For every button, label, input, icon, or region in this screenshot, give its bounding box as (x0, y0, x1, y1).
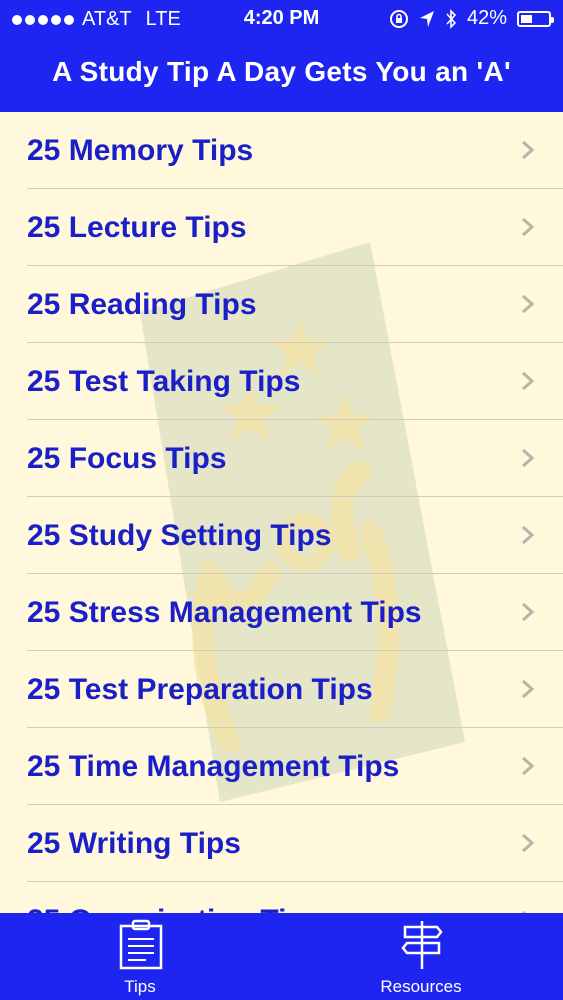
battery-icon (517, 10, 554, 27)
tab-label-resources: Resources (380, 977, 462, 996)
list-item-memory-tips[interactable]: 25 Memory Tips (0, 112, 563, 189)
list-item-label: 25 Lecture Tips (27, 210, 247, 244)
battery-level (521, 14, 532, 23)
chevron-right-icon (522, 217, 535, 237)
list-item-time-management-tips[interactable]: 25 Time Management Tips (0, 728, 563, 805)
app-header: AT&T LTE 4:20 PM 42% A Study Tip A Day G… (0, 0, 563, 112)
location-arrow-icon (419, 10, 434, 27)
tab-bar: Tips Resources (0, 913, 563, 1000)
tab-tips[interactable]: Tips (40, 913, 240, 1000)
list-item-focus-tips[interactable]: 25 Focus Tips (0, 420, 563, 497)
chevron-right-icon (522, 525, 535, 545)
list-item-label: 25 Memory Tips (27, 133, 254, 167)
chevron-right-icon (522, 602, 535, 622)
list-item-organization-tips[interactable]: 25 Organization Tips (0, 882, 563, 913)
bluetooth-icon (446, 8, 457, 29)
status-bar: AT&T LTE 4:20 PM 42% (0, 0, 563, 36)
list-item-label: 25 Test Taking Tips (27, 364, 301, 398)
list-item-stress-management-tips[interactable]: 25 Stress Management Tips (0, 574, 563, 651)
list-item-lecture-tips[interactable]: 25 Lecture Tips (0, 189, 563, 266)
tips-list-view[interactable]: 25 Memory Tips 25 Lecture Tips 25 Readin… (0, 112, 563, 913)
list-item-reading-tips[interactable]: 25 Reading Tips (0, 266, 563, 343)
list-item-label: 25 Writing Tips (27, 826, 241, 860)
battery-percentage: 42% (466, 7, 507, 29)
list-item-label: 25 Study Setting Tips (27, 518, 332, 552)
list-item-writing-tips[interactable]: 25 Writing Tips (0, 805, 563, 882)
list-item-label: 25 Focus Tips (27, 441, 227, 475)
chevron-right-icon (522, 371, 535, 391)
page-title: A Study Tip A Day Gets You an 'A' (52, 56, 511, 87)
chevron-right-icon (522, 448, 535, 468)
chevron-right-icon (522, 140, 535, 160)
chevron-right-icon (522, 294, 535, 314)
list-item-label: 25 Organization Tips (27, 904, 322, 914)
list-item-label: 25 Time Management Tips (27, 749, 400, 783)
list-item-test-preparation-tips[interactable]: 25 Test Preparation Tips (0, 651, 563, 728)
signpost-icon (401, 921, 443, 969)
status-right: 42% (389, 7, 554, 30)
chevron-right-icon (522, 756, 535, 776)
orientation-lock-icon (389, 9, 408, 28)
list-item-label: 25 Stress Management Tips (27, 595, 422, 629)
list-item-study-setting-tips[interactable]: 25 Study Setting Tips (0, 497, 563, 574)
tab-resources[interactable]: Resources (321, 913, 521, 1000)
chevron-right-icon (522, 833, 535, 853)
list-item-label: 25 Reading Tips (27, 287, 257, 321)
chevron-right-icon (522, 679, 535, 699)
tab-label-tips: Tips (124, 977, 156, 996)
list-item-label: 25 Test Preparation Tips (27, 672, 373, 706)
list-item-test-taking-tips[interactable]: 25 Test Taking Tips (0, 343, 563, 420)
clipboard-icon (119, 919, 163, 970)
tips-list: 25 Memory Tips 25 Lecture Tips 25 Readin… (0, 112, 563, 913)
